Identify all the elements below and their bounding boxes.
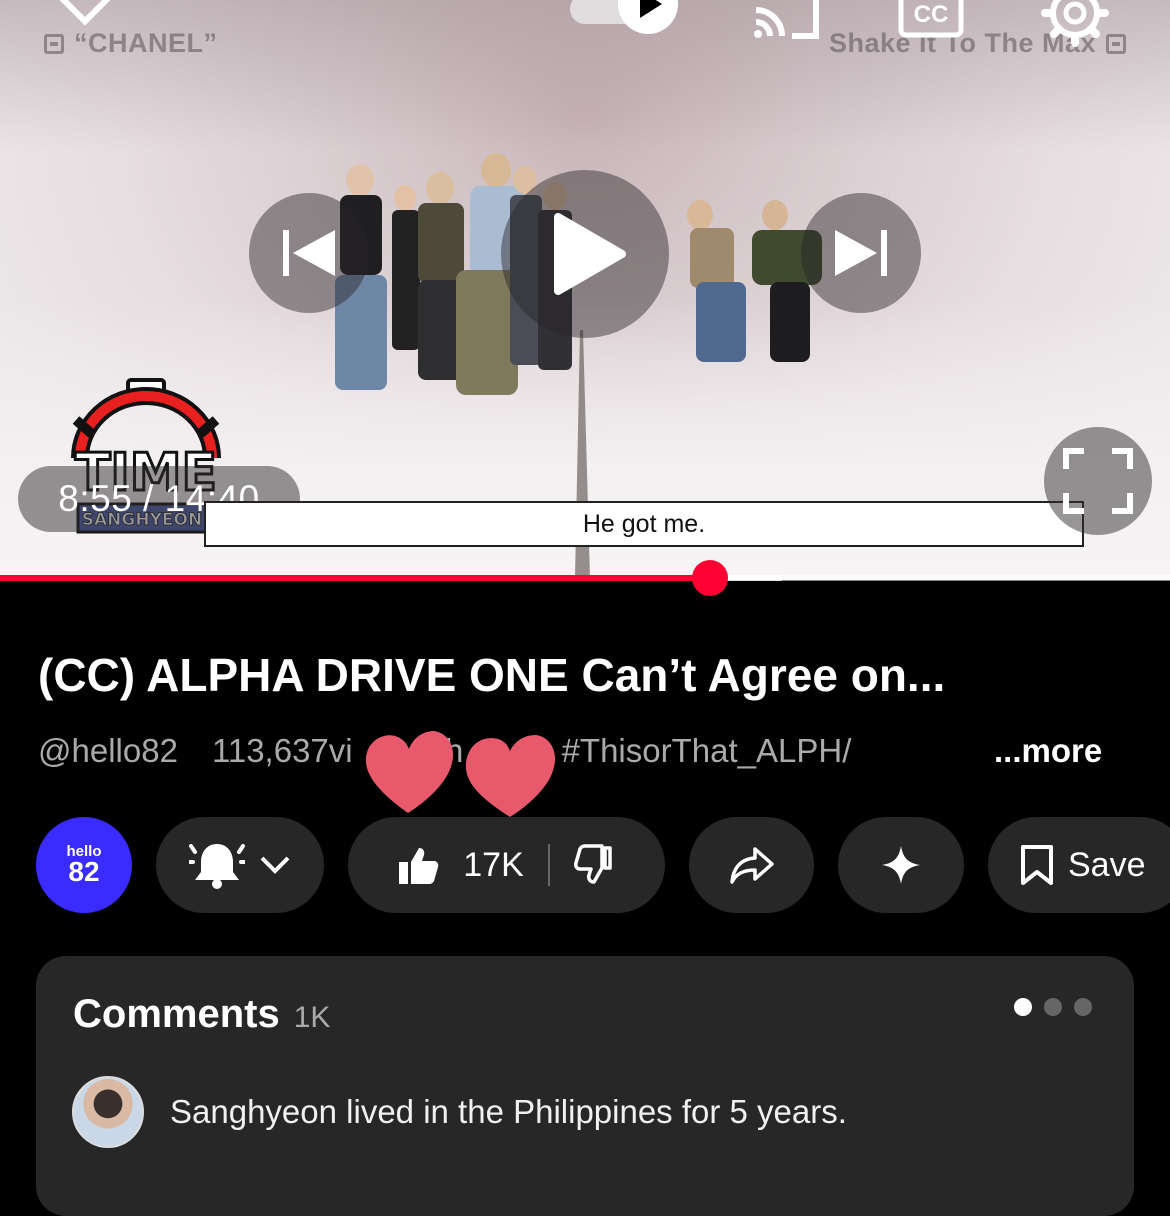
comments-page-dots[interactable] — [1014, 998, 1092, 1016]
comments-count: 1K — [293, 1001, 331, 1034]
heart-stickers — [365, 731, 556, 817]
comments-header: Comments 1K — [73, 992, 330, 1037]
play-button[interactable] — [501, 170, 669, 338]
chevron-down-icon — [260, 856, 290, 874]
play-icon — [554, 213, 626, 295]
video-player[interactable]: “CHANEL” Shake It To The Max CC 8:55 / 1… — [0, 0, 1170, 580]
thumbs-down-icon[interactable] — [573, 844, 616, 886]
view-suffix: vi — [328, 732, 353, 769]
bell-icon — [189, 844, 245, 889]
top-comment[interactable]: Sanghyeon lived in the Philippines for 5… — [72, 1076, 847, 1148]
prev-chapter-label[interactable]: “CHANEL” — [44, 28, 218, 59]
skip-previous-icon — [283, 230, 335, 276]
channel-avatar[interactable]: hello 82 — [36, 817, 132, 913]
fullscreen-button[interactable] — [1044, 427, 1152, 535]
prev-chapter-icon — [44, 33, 64, 54]
like-dislike-group: 17K — [348, 817, 665, 913]
heart-icon — [465, 735, 556, 817]
ask-ai-button[interactable] — [838, 817, 964, 913]
svg-text:CC: CC — [914, 1, 949, 28]
progress-scrubber[interactable] — [692, 560, 729, 596]
video-meta[interactable]: @hello82 113,637vi 5h ago #ThisorThat_AL… — [38, 732, 1138, 770]
page-dot — [1044, 998, 1062, 1016]
fullscreen-icon — [1063, 448, 1133, 514]
video-title[interactable]: (CC) ALPHA DRIVE ONE Can’t Agree on... — [38, 648, 945, 702]
save-label: Save — [1068, 845, 1146, 884]
prev-chapter-text: “CHANEL” — [74, 28, 218, 58]
progress-fill — [0, 575, 711, 581]
share-button[interactable] — [689, 817, 814, 913]
comments-title: Comments — [73, 992, 280, 1036]
comment-text: Sanghyeon lived in the Philippines for 5… — [170, 1093, 847, 1130]
like-count[interactable]: 17K — [463, 846, 524, 885]
captions-icon[interactable]: CC — [898, 0, 964, 38]
page-dot — [1074, 998, 1092, 1016]
channel-handle[interactable]: @hello82 — [38, 732, 178, 770]
commenter-avatar — [72, 1076, 144, 1148]
page-dot-active — [1014, 998, 1032, 1016]
comments-panel[interactable]: Comments 1K Sanghyeon lived in the Phili… — [36, 956, 1134, 1216]
more-link[interactable]: ...more — [988, 732, 1103, 770]
like-separator — [547, 844, 550, 886]
caption-text: He got me. — [204, 501, 1084, 547]
bookmark-icon — [1021, 845, 1053, 885]
progress-bar[interactable] — [0, 560, 1170, 596]
autoplay-toggle[interactable] — [570, 0, 680, 34]
autoplay-play-icon — [618, 0, 678, 34]
save-button[interactable]: Save — [988, 817, 1170, 913]
subscription-bell-button[interactable] — [156, 817, 324, 913]
thumbs-up-icon[interactable] — [397, 844, 439, 886]
previous-video-button[interactable] — [249, 193, 369, 313]
channel-avatar-line2: 82 — [68, 856, 100, 887]
view-count-group: 113,637vi — [212, 732, 353, 770]
heart-icon — [365, 731, 454, 813]
view-count: 113,637 — [211, 732, 329, 769]
sparkle-icon — [882, 846, 920, 884]
skip-next-icon — [835, 230, 887, 276]
hashtag-link[interactable]: #ThisorThat_ALPH/ — [562, 732, 852, 770]
next-video-button[interactable] — [801, 193, 921, 313]
cast-icon[interactable] — [752, 0, 822, 42]
settings-gear-icon[interactable] — [1040, 0, 1110, 48]
share-arrow-icon — [729, 847, 774, 884]
